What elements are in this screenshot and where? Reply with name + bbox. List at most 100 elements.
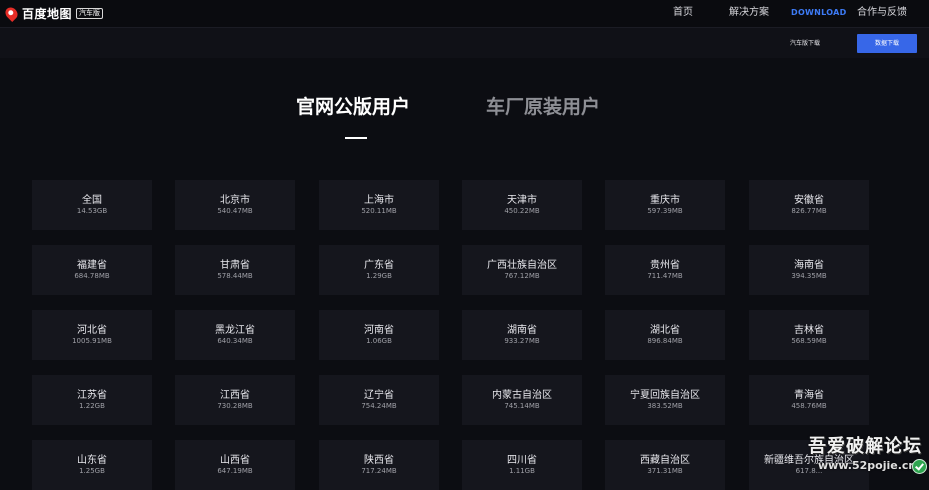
region-size: 383.52MB	[647, 402, 683, 410]
region-name: 青海省	[794, 390, 824, 401]
region-size: 730.28MB	[217, 402, 253, 410]
region-name: 四川省	[507, 455, 537, 466]
region-card[interactable]: 黑龙江省 640.34MB	[175, 310, 295, 360]
region-card[interactable]: 辽宁省 754.24MB	[319, 375, 439, 425]
region-name: 天津市	[507, 195, 537, 206]
nav-cooperation-feedback[interactable]: 合作与反馈	[857, 0, 907, 26]
region-name: 内蒙古自治区	[492, 390, 552, 401]
nav-home[interactable]: 首页	[673, 0, 693, 26]
car-edition-badge: 汽车版	[76, 7, 104, 19]
region-name: 黑龙江省	[215, 325, 255, 336]
region-size: 754.24MB	[361, 402, 397, 410]
region-name: 辽宁省	[364, 390, 394, 401]
region-card[interactable]: 福建省 684.78MB	[32, 245, 152, 295]
region-size: 540.47MB	[217, 207, 253, 215]
tab-official-users[interactable]: 官网公版用户	[296, 92, 410, 119]
region-card[interactable]: 贵州省 711.47MB	[605, 245, 725, 295]
region-name: 上海市	[364, 195, 394, 206]
region-card[interactable]: 上海市 520.11MB	[319, 180, 439, 230]
region-card[interactable]: 河南省 1.06GB	[319, 310, 439, 360]
region-name: 河南省	[364, 325, 394, 336]
region-size: 647.19MB	[217, 467, 253, 475]
baidu-map-logo[interactable]: 百度地图 汽车版	[3, 4, 104, 22]
region-size: 711.47MB	[647, 272, 683, 280]
region-size: 1.11GB	[509, 467, 535, 475]
region-size: 520.11MB	[361, 207, 397, 215]
region-card[interactable]: 江西省 730.28MB	[175, 375, 295, 425]
region-name: 福建省	[77, 260, 107, 271]
data-download-button[interactable]: 数据下载	[857, 34, 917, 53]
tab-oem-users[interactable]: 车厂原装用户	[486, 92, 600, 119]
region-size: 14.53GB	[76, 207, 108, 215]
region-size: 458.76MB	[791, 402, 827, 410]
car-version-download-link[interactable]: 汽车版下载	[790, 38, 820, 47]
top-navigation-bar: 百度地图 汽车版 首页 解决方案 DOWNLOAD 合作与反馈	[0, 0, 929, 28]
region-card[interactable]: 宁夏回族自治区 383.52MB	[605, 375, 725, 425]
region-card[interactable]: 吉林省 568.59MB	[749, 310, 869, 360]
region-name: 江西省	[220, 390, 250, 401]
region-size: 684.78MB	[74, 272, 110, 280]
region-card[interactable]: 重庆市 597.39MB	[605, 180, 725, 230]
region-size: 1.22GB	[79, 402, 105, 410]
region-size: 1.29GB	[366, 272, 392, 280]
region-card[interactable]: 海南省 394.35MB	[749, 245, 869, 295]
region-card[interactable]: 天津市 450.22MB	[462, 180, 582, 230]
region-name: 陕西省	[364, 455, 394, 466]
region-card[interactable]: 江苏省 1.22GB	[32, 375, 152, 425]
region-name: 江苏省	[77, 390, 107, 401]
sub-navigation-bar: 汽车版下载	[0, 28, 929, 58]
region-size: 568.59MB	[791, 337, 827, 345]
region-size: 745.14MB	[504, 402, 540, 410]
region-name: 甘肃省	[220, 260, 250, 271]
region-size: 371.31MB	[647, 467, 683, 475]
region-name: 北京市	[220, 195, 250, 206]
region-size: 640.34MB	[217, 337, 253, 345]
region-name: 湖南省	[507, 325, 537, 336]
region-size: 1.25GB	[79, 467, 105, 475]
region-size: 896.84MB	[647, 337, 683, 345]
nav-solutions[interactable]: 解决方案	[729, 0, 769, 26]
shield-check-icon	[912, 459, 927, 474]
active-tab-indicator	[345, 137, 367, 139]
site-watermark: 吾爱破解论坛 www.52pojie.cn	[780, 432, 929, 483]
region-card[interactable]: 甘肃省 578.44MB	[175, 245, 295, 295]
region-name: 宁夏回族自治区	[630, 390, 700, 401]
region-card[interactable]: 青海省 458.76MB	[749, 375, 869, 425]
region-size: 1005.91MB	[72, 337, 112, 345]
map-pin-icon	[3, 4, 20, 22]
region-name: 山东省	[77, 455, 107, 466]
watermark-title: 吾爱破解论坛	[808, 436, 922, 457]
region-size: 1.06GB	[366, 337, 392, 345]
region-name: 重庆市	[650, 195, 680, 206]
region-card[interactable]: 湖北省 896.84MB	[605, 310, 725, 360]
region-card[interactable]: 全国 14.53GB	[32, 180, 152, 230]
region-name: 西藏自治区	[640, 455, 690, 466]
region-name: 海南省	[794, 260, 824, 271]
region-card[interactable]: 广东省 1.29GB	[319, 245, 439, 295]
region-name: 湖北省	[650, 325, 680, 336]
region-size: 717.24MB	[361, 467, 397, 475]
region-size: 394.35MB	[791, 272, 827, 280]
region-card[interactable]: 内蒙古自治区 745.14MB	[462, 375, 582, 425]
region-name: 山西省	[220, 455, 250, 466]
region-card[interactable]: 广西壮族自治区 767.12MB	[462, 245, 582, 295]
region-size: 578.44MB	[217, 272, 253, 280]
region-card[interactable]: 湖南省 933.27MB	[462, 310, 582, 360]
region-name: 河北省	[77, 325, 107, 336]
region-card[interactable]: 安徽省 826.77MB	[749, 180, 869, 230]
region-name: 广西壮族自治区	[487, 260, 557, 271]
logo-text: 百度地图	[22, 6, 73, 21]
region-size: 767.12MB	[504, 272, 540, 280]
region-size: 597.39MB	[647, 207, 683, 215]
region-name: 全国	[82, 195, 102, 206]
region-card[interactable]: 北京市 540.47MB	[175, 180, 295, 230]
region-size: 450.22MB	[504, 207, 540, 215]
region-size: 826.77MB	[791, 207, 827, 215]
region-name: 安徽省	[794, 195, 824, 206]
region-name: 贵州省	[650, 260, 680, 271]
region-size: 933.27MB	[504, 337, 540, 345]
region-name: 吉林省	[794, 325, 824, 336]
region-card[interactable]: 河北省 1005.91MB	[32, 310, 152, 360]
nav-download[interactable]: DOWNLOAD	[791, 0, 847, 26]
watermark-url: www.52pojie.cn	[818, 459, 917, 472]
